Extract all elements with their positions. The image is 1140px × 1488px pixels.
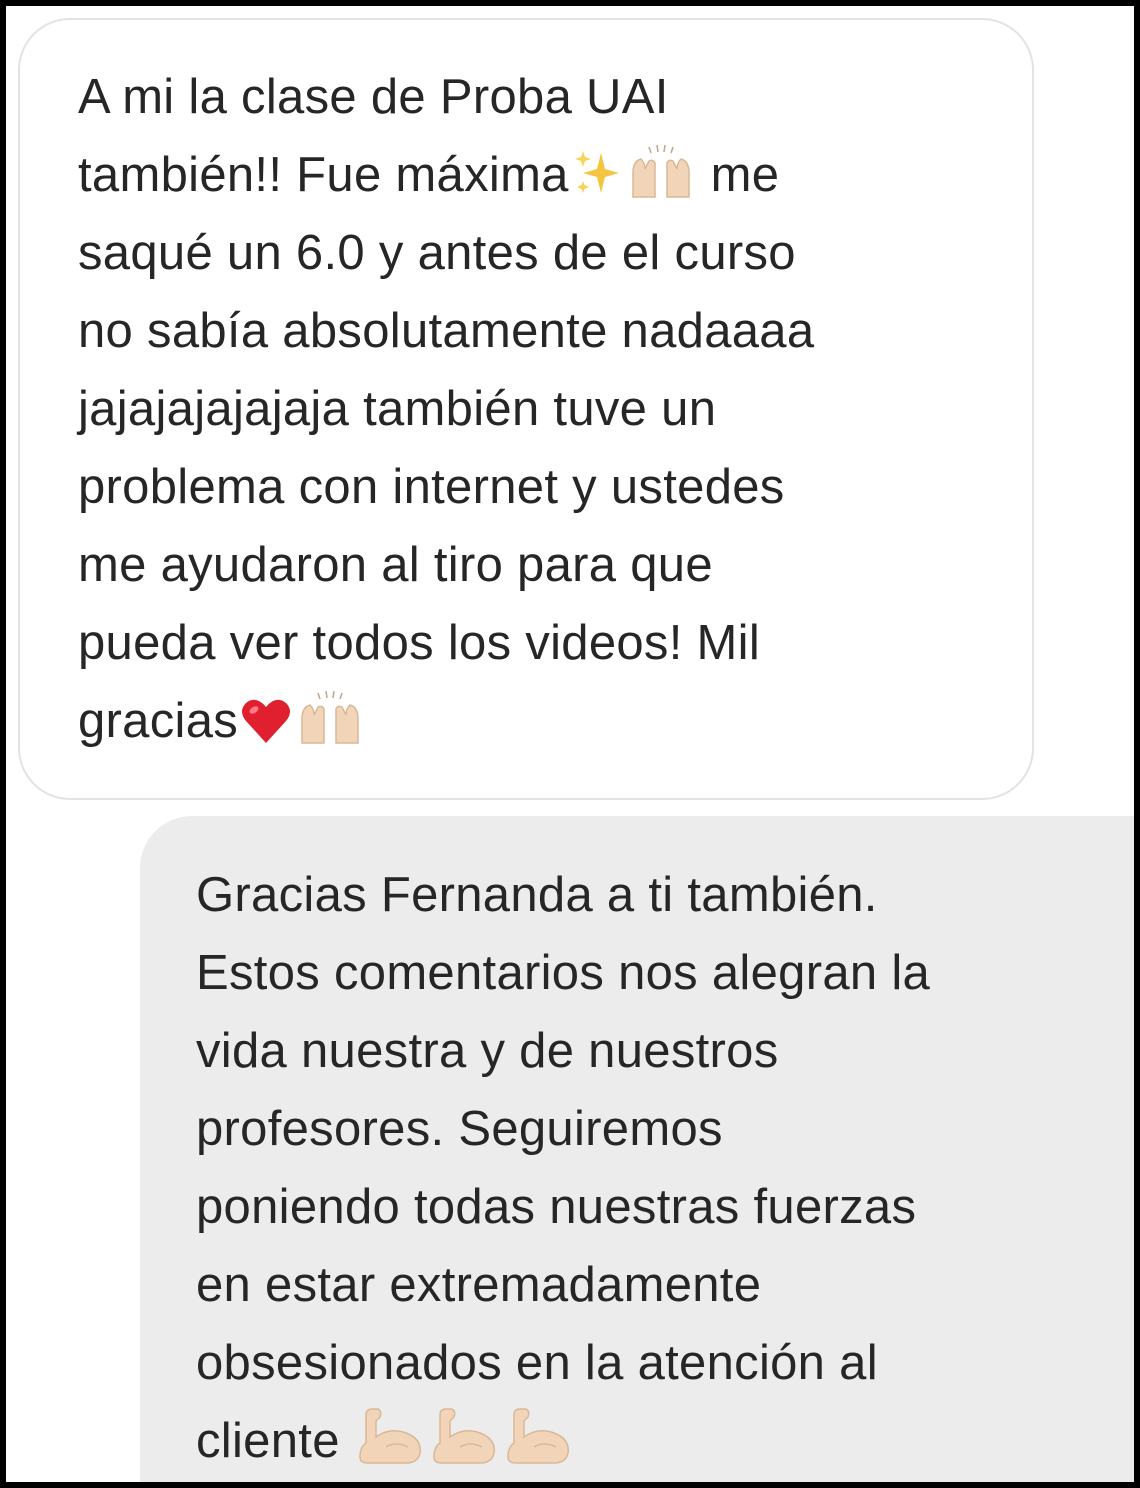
sent-line-5: poniendo todas nuestras fuerzas [196,1180,917,1234]
sent-line-3: vida nuestra y de nuestros [196,1024,779,1078]
sent-line-2: Estos comentarios nos alegran la [196,946,931,1000]
sent-line-1: Gracias Fernanda a ti también. [196,868,878,922]
received-line-7: me ayudaron al tiro para que [78,538,713,592]
received-message-bubble[interactable]: A mi la clase de Proba UAI también!! Fue… [18,18,1034,800]
received-line-3: saqué un 6.0 y antes de el curso [78,226,796,280]
sent-message-text: Gracias Fernanda a ti también. Estos com… [196,856,1130,1480]
received-line-8: pueda ver todos los videos! Mil [78,616,761,670]
red-heart-icon [240,697,292,745]
raising-hands-icon [627,143,695,199]
sent-message-bubble[interactable]: Gracias Fernanda a ti también. Estos com… [140,816,1134,1482]
flexed-biceps-icon [430,1407,500,1465]
sparkles-icon [571,147,623,199]
received-line-2: también!! Fue máxima [78,148,569,202]
received-message-text: A mi la clase de Proba UAI también!! Fue… [78,58,992,760]
received-line-6: problema con internet y ustedes [78,460,785,514]
sent-line-6: en estar extremadamente [196,1258,762,1312]
screenshot-frame: A mi la clase de Proba UAI también!! Fue… [6,6,1134,1482]
sent-line-4: profesores. Seguiremos [196,1102,723,1156]
raising-hands-icon [296,689,364,745]
received-line-5: jajajajajajaja también tuve un [78,382,717,436]
sent-line-8: cliente [196,1414,340,1468]
received-line-9: gracias [78,694,239,748]
received-line-1: A mi la clase de Proba UAI [78,70,669,124]
flexed-biceps-icon [504,1407,574,1465]
sent-line-7: obsesionados en la atención al [196,1336,878,1390]
received-line-4: no sabía absolutamente nadaaaa [78,304,815,358]
received-line-2b: me [710,148,780,202]
flexed-biceps-icon [356,1407,426,1465]
